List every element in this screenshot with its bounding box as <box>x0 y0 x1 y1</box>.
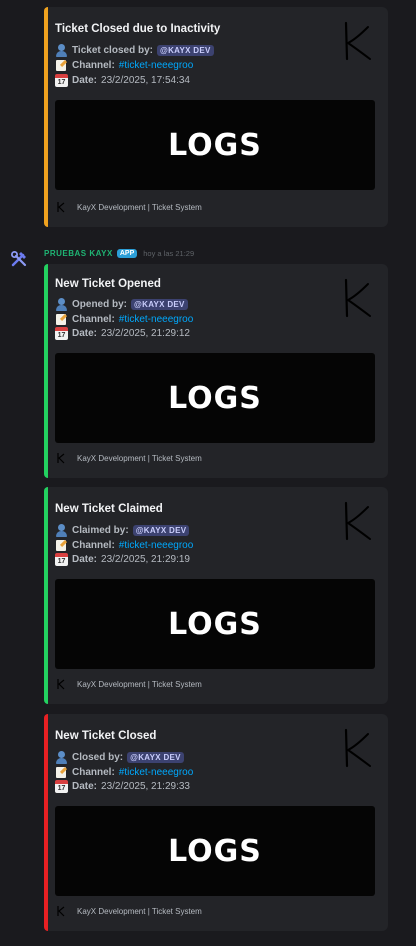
channel-link[interactable]: #ticket-neeegroo <box>119 540 194 551</box>
memo-icon <box>55 766 68 779</box>
message-header: PRUEBAS KAYX APP hoy a las 21:29 <box>44 247 194 259</box>
hammer-wrench-icon[interactable] <box>10 250 28 268</box>
field-label: Date: <box>72 780 98 792</box>
embed-field-date: Date: 23/2/2025, 21:29:12 <box>55 326 190 340</box>
field-label: Channel: <box>72 766 115 778</box>
channel-link[interactable]: #ticket-neeegroo <box>119 767 194 778</box>
person-icon <box>55 750 68 764</box>
embed-field-channel: Channel: #ticket-neeegroo <box>55 58 193 72</box>
kayx-logo-thumbnail[interactable] <box>340 276 376 320</box>
calendar-icon <box>55 552 68 566</box>
memo-icon <box>55 59 68 72</box>
footer-text: KayX Development | Ticket System <box>77 453 202 463</box>
embed-field-user: Claimed by: @KAYX DEV <box>55 523 190 537</box>
embed-footer: KayX Development | Ticket System <box>55 905 202 917</box>
footer-text: KayX Development | Ticket System <box>77 679 202 689</box>
embed-field-date: Date: 23/2/2025, 21:29:19 <box>55 552 190 566</box>
embed-title: New Ticket Closed <box>55 730 157 742</box>
person-icon <box>55 43 68 57</box>
field-label: Ticket closed by: <box>72 44 153 56</box>
app-badge: APP <box>116 248 138 258</box>
logs-banner-image[interactable]: LOGS <box>55 579 375 669</box>
kayx-logo-thumbnail[interactable] <box>340 19 376 63</box>
embed-card: New Ticket Closed Closed by: @KAYX DEV C… <box>44 714 388 931</box>
kayx-footer-icon <box>57 679 65 690</box>
channel-link[interactable]: #ticket-neeegroo <box>119 314 194 325</box>
embed-title: New Ticket Claimed <box>55 503 163 515</box>
embed-field-date: Date: 23/2/2025, 21:29:33 <box>55 779 190 793</box>
field-value: 23/2/2025, 21:29:33 <box>101 780 190 792</box>
logs-banner-image[interactable]: LOGS <box>55 353 375 443</box>
user-mention[interactable]: @KAYX DEV <box>131 298 188 310</box>
field-label: Claimed by: <box>72 524 129 536</box>
field-value: 23/2/2025, 21:29:19 <box>101 553 190 565</box>
kayx-logo-thumbnail[interactable] <box>340 499 376 543</box>
message-timestamp[interactable]: hoy a las 21:29 <box>143 249 194 258</box>
banner-text: LOGS <box>168 127 262 163</box>
person-icon <box>55 523 68 537</box>
embed-accent-bar <box>44 7 48 227</box>
embed-title: Ticket Closed due to Inactivity <box>55 23 221 35</box>
field-label: Opened by: <box>72 298 128 310</box>
footer-text: KayX Development | Ticket System <box>77 906 202 916</box>
field-label: Channel: <box>72 313 115 325</box>
kayx-footer-icon <box>57 202 65 213</box>
field-label: Channel: <box>72 539 115 551</box>
field-label: Channel: <box>72 59 115 71</box>
embed-field-channel: Channel: #ticket-neeegroo <box>55 312 193 326</box>
field-value: 23/2/2025, 21:29:12 <box>101 327 190 339</box>
field-value: 23/2/2025, 17:54:34 <box>101 74 190 86</box>
logs-banner-image[interactable]: LOGS <box>55 100 375 190</box>
field-label: Date: <box>72 553 98 565</box>
banner-text: LOGS <box>168 606 262 642</box>
memo-icon <box>55 313 68 326</box>
embed-field-user: Closed by: @KAYX DEV <box>55 750 184 764</box>
embed-card: New Ticket Opened Opened by: @KAYX DEV C… <box>44 264 388 478</box>
embed-accent-bar <box>44 487 48 704</box>
author-name[interactable]: PRUEBAS KAYX <box>44 249 113 258</box>
embed-accent-bar <box>44 714 48 931</box>
user-mention[interactable]: @KAYX DEV <box>127 751 184 763</box>
channel-link[interactable]: #ticket-neeegroo <box>119 60 194 71</box>
embed-footer: KayX Development | Ticket System <box>55 201 202 213</box>
embed-field-date: Date: 23/2/2025, 17:54:34 <box>55 73 190 87</box>
embed-field-user: Ticket closed by: @KAYX DEV <box>55 43 214 57</box>
embed-footer: KayX Development | Ticket System <box>55 452 202 464</box>
embed-title: New Ticket Opened <box>55 278 161 290</box>
embed-card: Ticket Closed due to Inactivity Ticket c… <box>44 7 388 227</box>
embed-accent-bar <box>44 264 48 478</box>
field-label: Closed by: <box>72 751 124 763</box>
banner-text: LOGS <box>168 380 262 416</box>
kayx-footer-icon <box>57 906 65 917</box>
person-icon <box>55 297 68 311</box>
field-label: Date: <box>72 327 98 339</box>
embed-footer: KayX Development | Ticket System <box>55 678 202 690</box>
calendar-icon <box>55 779 68 793</box>
embed-field-channel: Channel: #ticket-neeegroo <box>55 765 193 779</box>
footer-text: KayX Development | Ticket System <box>77 202 202 212</box>
user-mention[interactable]: @KAYX DEV <box>132 524 190 536</box>
calendar-icon <box>55 73 68 87</box>
calendar-icon <box>55 326 68 340</box>
memo-icon <box>55 539 68 552</box>
banner-text: LOGS <box>168 833 262 869</box>
field-label: Date: <box>72 74 98 86</box>
user-mention[interactable]: @KAYX DEV <box>156 44 214 56</box>
embed-field-channel: Channel: #ticket-neeegroo <box>55 538 193 552</box>
embed-card: New Ticket Claimed Claimed by: @KAYX DEV… <box>44 487 388 704</box>
embed-field-user: Opened by: @KAYX DEV <box>55 297 188 311</box>
kayx-footer-icon <box>57 453 65 464</box>
kayx-logo-thumbnail[interactable] <box>340 726 376 770</box>
logs-banner-image[interactable]: LOGS <box>55 806 375 896</box>
